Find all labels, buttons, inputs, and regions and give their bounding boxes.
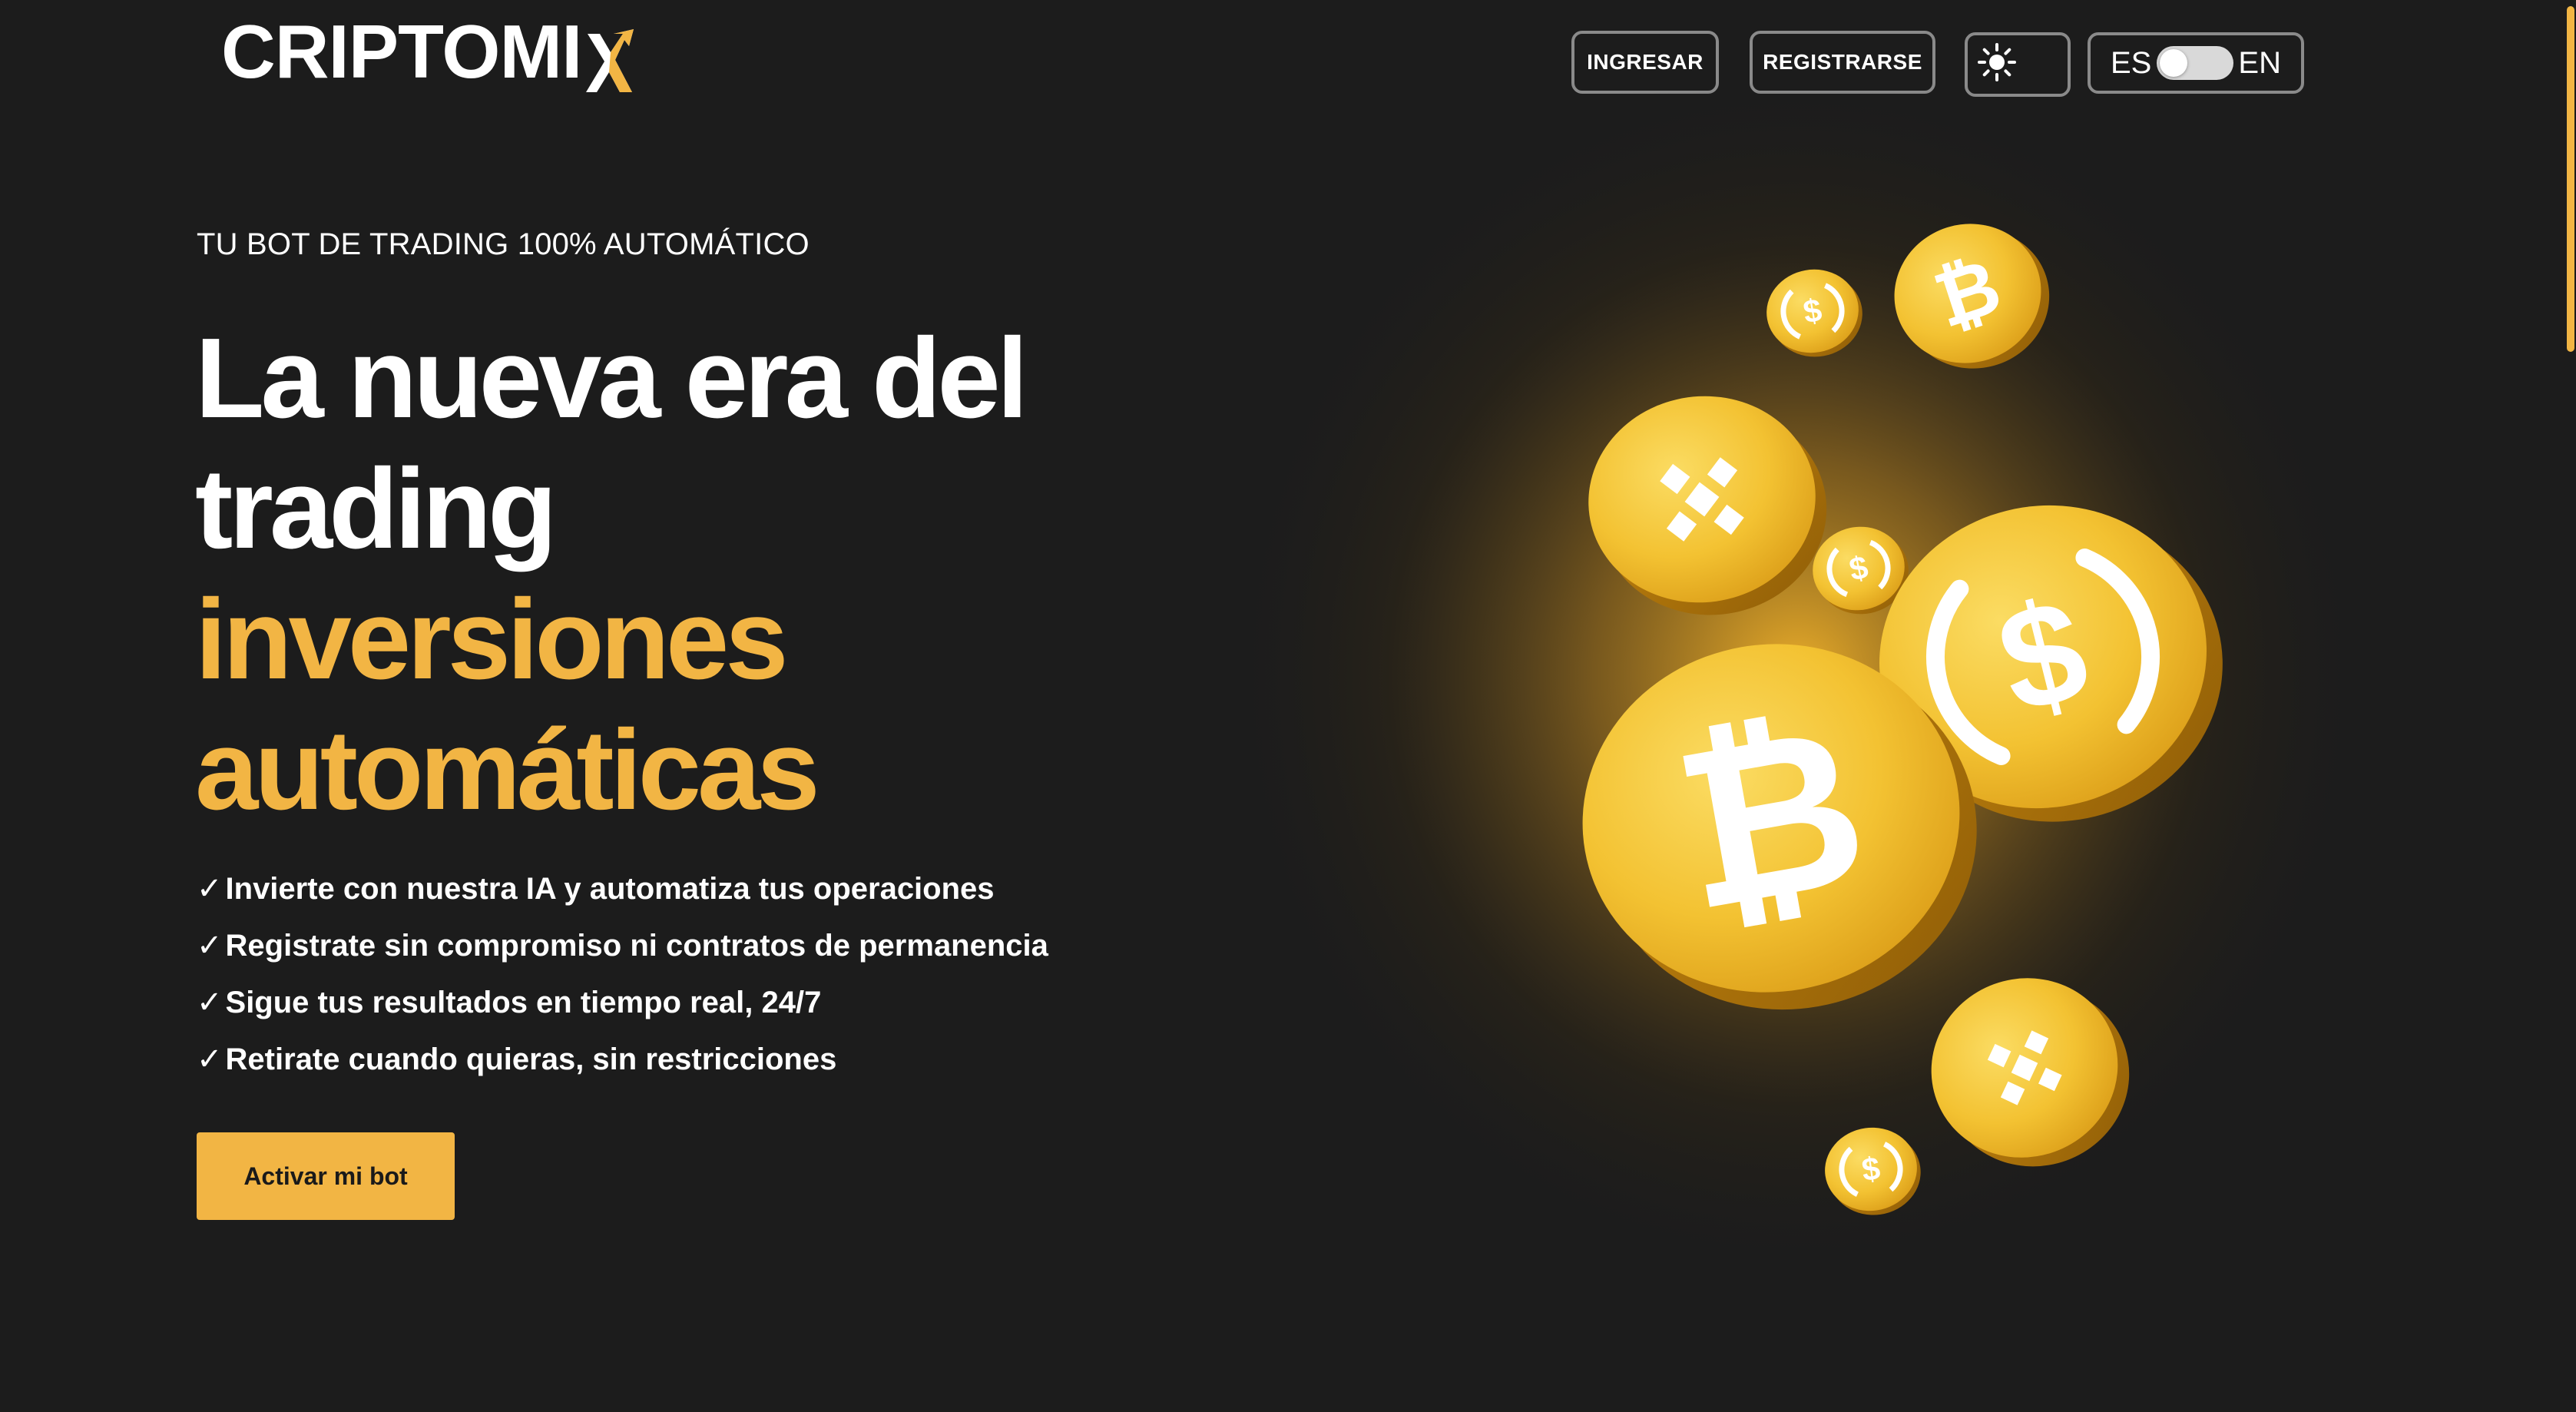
sun-icon — [1977, 42, 2017, 88]
headline-line-4: automáticas — [195, 707, 820, 834]
feature-list: ✓ Invierte con nuestra IA y automatiza tu… — [197, 860, 1048, 1088]
landing-page: CRIPTOMI INGRESAR REGISTRARSE ES EN TU B… — [0, 0, 2576, 1412]
language-es-label[interactable]: ES — [2111, 46, 2151, 81]
logo-x-icon — [583, 23, 637, 94]
feature-item: ✓ Retirate cuando quieras, sin restriccio… — [197, 1031, 1048, 1088]
feature-item: ✓ Sigue tus resultados en tiempo real, 24… — [197, 974, 1048, 1031]
activate-bot-button[interactable]: Activar mi bot — [197, 1132, 455, 1220]
feature-item: ✓ Invierte con nuestra IA y automatiza tu… — [197, 860, 1048, 917]
feature-text: Registrate sin compromiso ni contratos d… — [225, 929, 1048, 963]
crypto-coins-illustration: $ ₿ $ $ ₿ $ — [1214, 92, 2381, 1291]
scrollbar-thumb[interactable] — [2567, 6, 2574, 352]
page-scrollbar[interactable] — [2565, 0, 2576, 1412]
hero-headline: La nueva era del trading inversiones aut… — [195, 313, 1194, 836]
language-switch: ES EN — [2088, 32, 2304, 94]
language-toggle-knob — [2159, 49, 2187, 77]
login-button[interactable]: INGRESAR — [1571, 31, 1719, 94]
check-icon: ✓ — [197, 986, 223, 1019]
headline-line-2: trading — [195, 446, 558, 572]
logo-text: CRIPTOMI — [221, 9, 582, 94]
check-icon: ✓ — [197, 872, 223, 906]
check-icon: ✓ — [197, 929, 223, 963]
register-button[interactable]: REGISTRARSE — [1750, 31, 1935, 94]
check-icon: ✓ — [197, 1042, 223, 1076]
feature-item: ✓ Registrate sin compromiso ni contratos … — [197, 917, 1048, 974]
feature-text: Invierte con nuestra IA y automatiza tus… — [225, 872, 995, 906]
headline-line-1: La nueva era del — [195, 315, 1028, 442]
hero-eyebrow: TU BOT DE TRADING 100% AUTOMÁTICO — [197, 227, 810, 261]
language-en-label[interactable]: EN — [2238, 46, 2281, 81]
theme-toggle-button[interactable] — [1965, 32, 2071, 97]
language-toggle[interactable] — [2156, 46, 2233, 80]
logo[interactable]: CRIPTOMI — [221, 9, 637, 94]
feature-text: Retirate cuando quieras, sin restriccion… — [225, 1042, 837, 1076]
feature-text: Sigue tus resultados en tiempo real, 24/… — [225, 986, 822, 1019]
headline-line-3: inversiones — [195, 576, 789, 703]
